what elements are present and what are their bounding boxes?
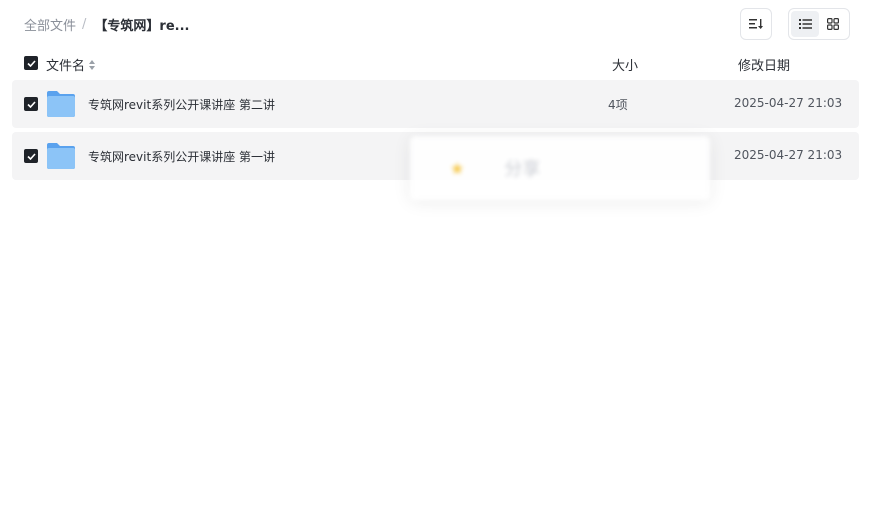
grid-view-button[interactable] <box>819 11 847 37</box>
select-all-checkbox[interactable] <box>24 56 38 70</box>
sort-button[interactable] <box>740 8 772 40</box>
checkmark-icon <box>26 152 36 160</box>
file-name[interactable]: 专筑网revit系列公开课讲座 第二讲 <box>88 96 275 113</box>
column-header-name[interactable]: 文件名 <box>46 55 96 74</box>
toast-text: 分享 <box>504 159 541 180</box>
grid-view-icon <box>827 18 839 30</box>
list-view-icon <box>798 19 812 29</box>
file-size: 4项 <box>608 98 628 112</box>
checkmark-icon <box>26 100 36 108</box>
row-checkbox[interactable] <box>24 97 38 111</box>
column-header-size[interactable]: 大小 <box>612 55 638 74</box>
list-view-button[interactable] <box>791 11 819 37</box>
file-row[interactable]: 专筑网revit系列公开课讲座 第二讲 4项 2025-04-27 21:03 <box>12 80 859 128</box>
breadcrumb-current: 【专筑网】re... <box>94 18 190 34</box>
checkmark-icon <box>26 59 36 67</box>
breadcrumb-separator: / <box>82 16 87 32</box>
file-list-header: 文件名 大小 修改日期 <box>12 52 859 76</box>
folder-icon <box>46 90 76 121</box>
row-checkbox[interactable] <box>24 149 38 163</box>
file-name[interactable]: 专筑网revit系列公开课讲座 第一讲 <box>88 148 275 165</box>
blurred-toast: ★ 分享 <box>410 136 710 200</box>
file-date: 2025-04-27 21:03 <box>734 148 843 162</box>
sort-list-icon <box>749 19 763 29</box>
column-header-date[interactable]: 修改日期 <box>738 55 790 74</box>
view-mode-toggle <box>788 8 850 40</box>
sort-caret-icon <box>89 59 96 70</box>
folder-icon <box>46 142 76 173</box>
file-date: 2025-04-27 21:03 <box>734 96 843 110</box>
breadcrumb-root-link[interactable]: 全部文件 <box>24 15 76 34</box>
breadcrumb: 全部文件 / 【专筑网】re... <box>24 14 189 34</box>
star-icon: ★ <box>450 158 465 178</box>
column-header-name-label: 文件名 <box>46 59 86 74</box>
